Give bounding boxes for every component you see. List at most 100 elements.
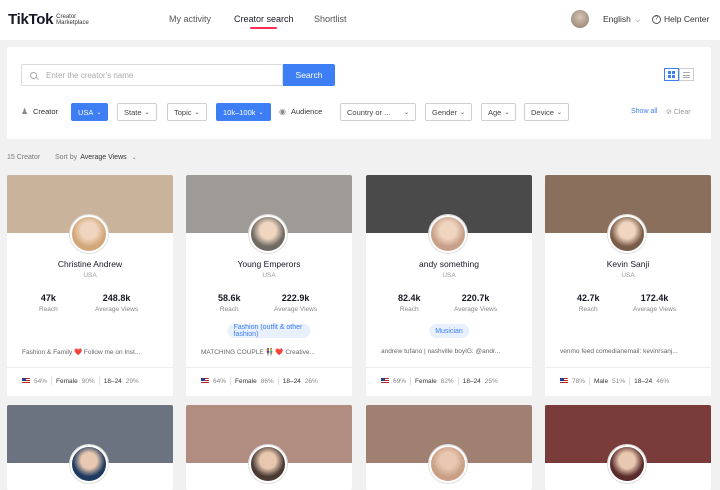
state-filter-chip[interactable]: State ⌄ xyxy=(117,103,157,121)
creator-avatar xyxy=(70,215,108,253)
card-divider xyxy=(186,367,352,368)
sort-label: Sort by xyxy=(55,154,78,161)
avg-views-label: Average Views xyxy=(274,306,318,313)
followers-filter-chip[interactable]: 10k–100k ⌄ xyxy=(216,103,271,121)
divider xyxy=(230,377,232,385)
creator-card[interactable]: Kevin Sanji USA 42.7k Reach 172.4k Avera… xyxy=(545,175,711,396)
tiktok-logo[interactable]: TikTok Creator Marketplace xyxy=(8,11,96,28)
nav-creator-search[interactable]: Creator search xyxy=(234,14,294,24)
chevron-down-icon: ⌄ xyxy=(131,155,137,161)
creator-bio: Fashion & Family ❤️ Follow me on Inst... xyxy=(22,349,141,356)
logo-text: TikTok xyxy=(8,11,54,28)
audience-demographics: 69% Female 82% 18–24 25% xyxy=(381,377,498,385)
creator-card[interactable] xyxy=(545,405,711,490)
device-filter-chip[interactable]: Device ⌄ xyxy=(524,103,569,121)
creator-filter-label: ♟ Creator xyxy=(21,107,58,116)
logo-subtitle: Creator Marketplace xyxy=(56,13,89,26)
creator-avatar xyxy=(429,215,467,253)
age-label: 18–24 xyxy=(282,377,301,385)
reach-label: Reach xyxy=(578,306,598,313)
nav-my-activity[interactable]: My activity xyxy=(169,14,211,24)
avg-views-label: Average Views xyxy=(95,306,139,313)
avg-views-stat: 248.8k Average Views xyxy=(95,293,138,313)
category-tag[interactable]: Fashion (outfit & other fashion) xyxy=(227,324,311,338)
help-icon: ? xyxy=(652,14,661,24)
avg-views-stat: 222.9k Average Views xyxy=(274,293,317,313)
audience-filter-label: ◉ Audience xyxy=(279,107,322,116)
search-input[interactable] xyxy=(46,70,276,80)
audience-country-value: Country or ... xyxy=(347,107,391,117)
age-label: 18–24 xyxy=(103,377,122,385)
reach-stat: 47k Reach xyxy=(39,293,58,313)
creator-avatar xyxy=(608,215,646,253)
chevron-down-icon: ⌄ xyxy=(460,109,466,116)
creator-avatar xyxy=(429,445,467,483)
creator-label-text: Creator xyxy=(33,107,59,116)
category-tag[interactable]: Musician xyxy=(429,324,469,338)
user-avatar[interactable] xyxy=(571,10,589,28)
card-divider xyxy=(7,367,173,368)
gender-label: Male xyxy=(594,377,609,385)
creator-bio: venmo feed comedianemail: kevinrsanj... xyxy=(560,348,678,355)
person-icon: ♟ xyxy=(21,106,29,116)
chevron-down-icon: ⌄ xyxy=(504,109,510,116)
audience-demographics: 78% Male 51% 18–24 46% xyxy=(560,377,669,385)
creator-avatar xyxy=(249,215,287,253)
reach-label: Reach xyxy=(39,306,58,313)
creator-card[interactable]: Young Emperors USA 58.6k Reach 222.9k Av… xyxy=(186,175,352,396)
nav-shortlist[interactable]: Shortlist xyxy=(314,14,347,24)
audience-icon: ◉ xyxy=(279,106,286,116)
clear-label: Clear xyxy=(673,109,691,116)
creator-name: Christine Andrew xyxy=(57,259,123,269)
grid-view-button[interactable] xyxy=(664,68,679,81)
divider xyxy=(51,377,53,385)
creator-card[interactable]: Christine Andrew USA 47k Reach 248.8k Av… xyxy=(7,175,173,396)
creator-name: andy something xyxy=(418,259,479,269)
creator-card[interactable] xyxy=(7,405,173,490)
avg-views-value: 172.4k xyxy=(640,293,669,303)
device-filter-value: Device xyxy=(531,107,554,117)
country-filter-chip[interactable]: USA ⌄ xyxy=(71,103,109,121)
avg-views-value: 220.7k xyxy=(461,293,490,303)
divider xyxy=(589,377,591,385)
search-field[interactable] xyxy=(21,64,283,86)
country-pct: 54% xyxy=(34,377,48,385)
language-selector[interactable]: English ⌵ xyxy=(603,14,640,25)
help-center-link[interactable]: ? Help Center xyxy=(652,14,709,24)
grid-icon xyxy=(668,71,675,78)
avg-views-label: Average Views xyxy=(454,306,498,313)
gender-filter-chip[interactable]: Gender ⌄ xyxy=(425,103,473,121)
reach-label: Reach xyxy=(219,306,239,313)
creator-card[interactable]: andy something USA 82.4k Reach 220.7k Av… xyxy=(366,175,532,396)
audience-country-chip[interactable]: Country or ... ⌄ xyxy=(340,103,416,121)
reach-stat: 82.4k Reach xyxy=(398,293,421,313)
topic-filter-chip[interactable]: Topic ⌄ xyxy=(167,103,207,121)
creator-card[interactable] xyxy=(366,405,532,490)
search-button[interactable]: Search xyxy=(283,64,335,86)
gender-label: Female xyxy=(235,377,257,385)
gender-label: Female xyxy=(56,377,78,385)
country-pct: 69% xyxy=(393,377,407,385)
us-flag-icon xyxy=(381,378,389,384)
reach-value: 82.4k xyxy=(398,293,421,303)
gender-pct: 90% xyxy=(81,377,95,385)
creator-avatar xyxy=(608,445,646,483)
clear-filters-button[interactable]: ⊘ Clear xyxy=(666,108,691,116)
card-divider xyxy=(545,367,711,368)
reach-value: 58.6k xyxy=(218,293,241,303)
avg-views-value: 222.9k xyxy=(281,293,310,303)
show-all-link[interactable]: Show all xyxy=(631,108,657,115)
sort-dropdown[interactable]: Sort by Average Views ⌄ xyxy=(55,154,137,161)
clear-icon: ⊘ xyxy=(666,109,674,116)
divider xyxy=(629,377,631,385)
creator-card[interactable] xyxy=(186,405,352,490)
age-filter-chip[interactable]: Age ⌄ xyxy=(481,103,517,121)
age-pct: 46% xyxy=(656,377,670,385)
active-tab-indicator xyxy=(250,27,277,29)
reach-stat: 42.7k Reach xyxy=(577,293,600,313)
creator-avatar xyxy=(249,445,287,483)
avg-views-label: Average Views xyxy=(633,306,677,313)
creator-country: USA xyxy=(621,272,635,279)
list-view-button[interactable] xyxy=(679,68,694,81)
top-navigation: TikTok Creator Marketplace My activity C… xyxy=(0,0,720,40)
